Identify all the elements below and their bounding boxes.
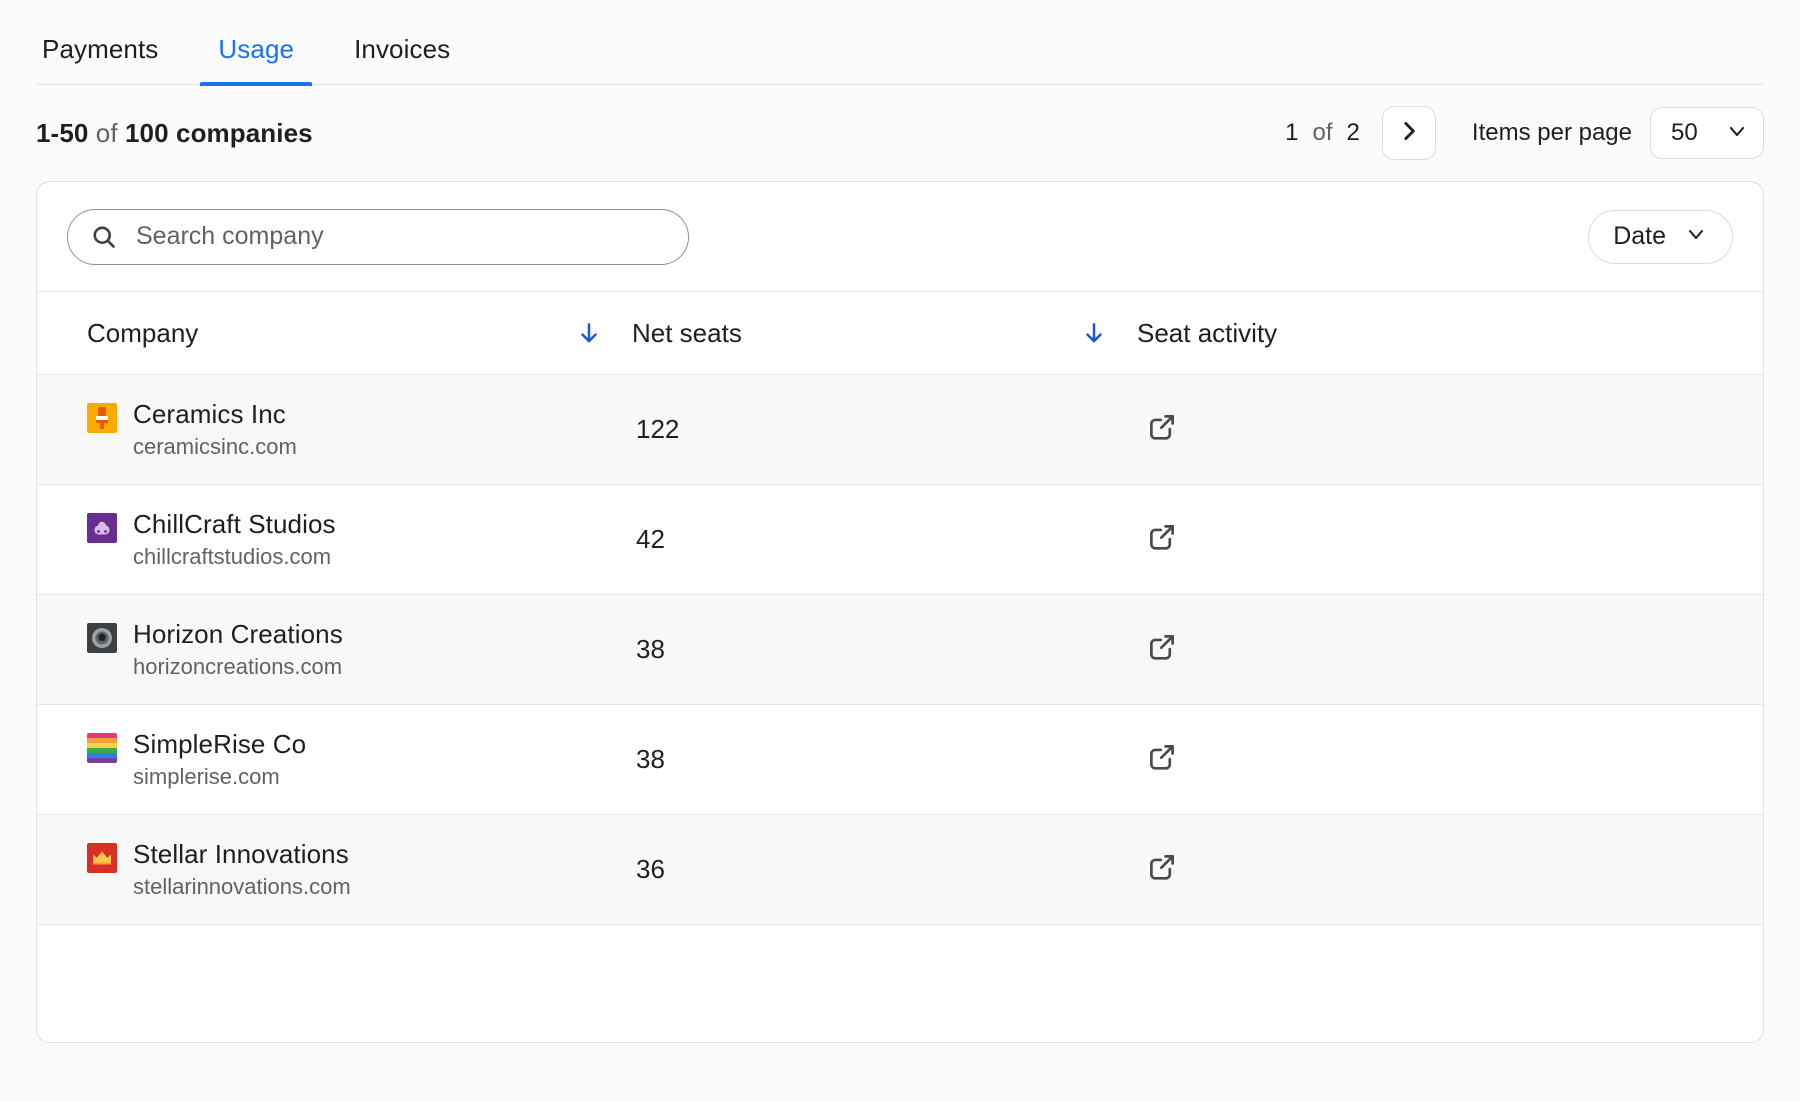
bag-favicon xyxy=(87,513,117,544)
cell-net-seats: 38 xyxy=(632,594,1137,705)
tab-invoices-label: Invoices xyxy=(354,34,451,64)
total-pages: 2 xyxy=(1346,119,1360,146)
search-icon xyxy=(90,223,118,251)
cell-seat-activity xyxy=(1137,374,1763,485)
net-seats-value: 36 xyxy=(636,854,665,884)
table-head: Company Net seats Seat activity xyxy=(37,292,1763,375)
tab-payments[interactable]: Payments xyxy=(36,36,164,84)
company-domain: horizoncreations.com xyxy=(133,653,343,679)
table-header-row: Company Net seats Seat activity xyxy=(37,292,1763,375)
chevron-right-icon xyxy=(1396,118,1422,149)
summary-bar: 1-50 of 100 companies 1 of 2 Items per p… xyxy=(36,85,1764,181)
search-input[interactable] xyxy=(134,221,666,252)
usage-page: Payments Usage Invoices 1-50 of 100 comp… xyxy=(0,0,1800,1101)
column-header-seat-activity: Seat activity xyxy=(1137,292,1763,375)
rainbow-stripes-favicon xyxy=(87,733,117,764)
open-in-new-icon[interactable] xyxy=(1145,630,1179,664)
open-in-new-icon[interactable] xyxy=(1145,850,1179,884)
tab-payments-label: Payments xyxy=(42,34,159,64)
cell-seat-activity xyxy=(1137,594,1763,705)
cell-seat-activity xyxy=(1137,704,1763,815)
cell-company: ChillCraft Studios chillcraftstudios.com xyxy=(37,484,632,595)
table-row[interactable]: Ceramics Inc ceramicsinc.com 122 xyxy=(37,374,1763,485)
column-header-net-seats-label: Net seats xyxy=(632,317,742,348)
table-body: Ceramics Inc ceramicsinc.com 122 ChillCr… xyxy=(37,374,1763,925)
open-in-new-icon[interactable] xyxy=(1145,410,1179,444)
pagination-controls: 1 of 2 Items per page 50 xyxy=(1285,106,1764,160)
table-row[interactable]: Horizon Creations horizoncreations.com 3… xyxy=(37,594,1763,705)
net-seats-value: 38 xyxy=(636,634,665,664)
cell-net-seats: 36 xyxy=(632,814,1137,925)
cell-net-seats: 122 xyxy=(632,374,1137,485)
tab-invoices[interactable]: Invoices xyxy=(348,36,456,84)
cell-company: SimpleRise Co simplerise.com xyxy=(37,704,632,815)
tab-usage[interactable]: Usage xyxy=(200,34,312,86)
net-seats-value: 42 xyxy=(636,524,665,554)
company-domain: ceramicsinc.com xyxy=(133,433,297,459)
column-header-net-seats: Net seats xyxy=(632,292,1137,375)
crown-favicon xyxy=(87,843,117,874)
company-name: Ceramics Inc xyxy=(133,399,286,430)
table-row[interactable]: SimpleRise Co simplerise.com 38 xyxy=(37,704,1763,815)
net-seats-value: 122 xyxy=(636,414,680,444)
cell-company: Ceramics Inc ceramicsinc.com xyxy=(37,374,632,485)
companies-card: Date Company xyxy=(36,181,1764,1043)
date-filter-label: Date xyxy=(1613,222,1666,250)
current-page: 1 xyxy=(1285,119,1299,146)
cell-net-seats: 42 xyxy=(632,484,1137,595)
cell-net-seats: 38 xyxy=(632,704,1137,815)
table-row[interactable]: Stellar Innovations stellarinnovations.c… xyxy=(37,814,1763,925)
search-company-box[interactable] xyxy=(67,208,689,265)
page-indicator: 1 of 2 xyxy=(1285,119,1360,147)
column-header-company-label: Company xyxy=(87,317,199,348)
company-name: Stellar Innovations xyxy=(133,839,349,870)
lens-favicon xyxy=(87,623,117,654)
result-total: 100 companies xyxy=(125,117,313,148)
tab-usage-label: Usage xyxy=(218,34,295,64)
next-page-button[interactable] xyxy=(1381,106,1436,160)
company-name: Horizon Creations xyxy=(133,619,343,650)
result-of-word: of xyxy=(95,117,118,148)
chevron-down-icon xyxy=(1725,119,1749,148)
cell-company: Horizon Creations horizoncreations.com xyxy=(37,594,632,705)
sort-net-seats-arrow-down-icon[interactable] xyxy=(1081,320,1107,346)
sort-company-arrow-down-icon[interactable] xyxy=(576,320,602,346)
card-toolbar: Date xyxy=(37,182,1763,292)
company-name: SimpleRise Co xyxy=(133,729,307,760)
column-header-seat-activity-label: Seat activity xyxy=(1137,317,1278,348)
cell-seat-activity xyxy=(1137,484,1763,595)
result-count: 1-50 of 100 companies xyxy=(36,118,313,149)
company-domain: stellarinnovations.com xyxy=(133,873,351,899)
chevron-down-icon xyxy=(1684,222,1708,251)
company-domain: simplerise.com xyxy=(133,763,280,789)
page-of-word: of xyxy=(1312,119,1333,146)
net-seats-value: 38 xyxy=(636,744,665,774)
company-domain: chillcraftstudios.com xyxy=(133,543,332,569)
cell-seat-activity xyxy=(1137,814,1763,925)
result-range: 1-50 xyxy=(36,117,89,148)
table-row[interactable]: ChillCraft Studios chillcraftstudios.com… xyxy=(37,484,1763,595)
cell-company: Stellar Innovations stellarinnovations.c… xyxy=(37,814,632,925)
companies-table: Company Net seats Seat activity Ceramics… xyxy=(37,292,1763,925)
open-in-new-icon[interactable] xyxy=(1145,520,1179,554)
tab-bar: Payments Usage Invoices xyxy=(36,0,1764,86)
open-in-new-icon[interactable] xyxy=(1145,740,1179,774)
column-header-company: Company xyxy=(37,292,632,375)
company-name: ChillCraft Studios xyxy=(133,509,336,540)
date-filter-button[interactable]: Date xyxy=(1588,209,1733,264)
items-per-page-select[interactable]: 50 xyxy=(1650,107,1764,159)
paintbrush-favicon xyxy=(87,403,117,434)
items-per-page-label: Items per page xyxy=(1471,119,1632,146)
items-per-page-value: 50 xyxy=(1671,119,1698,146)
